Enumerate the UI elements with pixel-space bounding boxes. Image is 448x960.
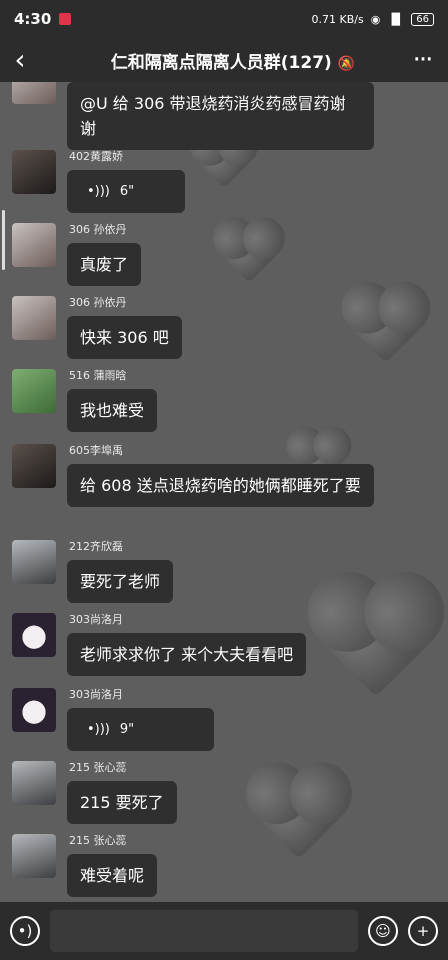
message-input[interactable] bbox=[50, 910, 358, 952]
message-bubble[interactable]: 215 要死了 bbox=[67, 781, 177, 824]
sender-name: 303尚洛月 bbox=[69, 613, 123, 626]
message-text: 215 要死了 bbox=[80, 793, 164, 812]
add-icon[interactable]: + bbox=[408, 916, 438, 946]
group-title-text: 仁和隔离点隔离人员群(127) bbox=[110, 52, 332, 73]
sender-name: 605李埠禹 bbox=[69, 444, 123, 457]
avatar[interactable] bbox=[12, 444, 56, 488]
voice-duration: 6" bbox=[119, 184, 135, 199]
avatar[interactable] bbox=[12, 369, 56, 413]
more-menu-icon[interactable]: ··· bbox=[396, 45, 448, 75]
notification-icon bbox=[59, 13, 72, 25]
avatar[interactable] bbox=[12, 82, 56, 104]
signal-icon: ▐▌ bbox=[387, 12, 405, 26]
message-bubble[interactable]: 难受着呢 bbox=[67, 854, 158, 897]
sender-name: 215 张心蕊 bbox=[69, 834, 127, 847]
sender-name: 306 孙依丹 bbox=[69, 223, 127, 236]
chat-area[interactable]: @U 给 306 带退烧药消炎药感冒药谢谢 402黄露娇 •))) 6" 306… bbox=[0, 82, 448, 902]
status-icons: 0.71 KB/s ◉ ▐▌ 66 bbox=[311, 12, 434, 26]
wifi-icon: ◉ bbox=[370, 12, 381, 26]
message-bubble[interactable]: 真废了 bbox=[67, 243, 142, 286]
nav-bar: ‹ 仁和隔离点隔离人员群(127) 🔕 ··· bbox=[0, 38, 448, 82]
message-text: 要死了老师 bbox=[80, 572, 161, 591]
network-speed: 0.71 KB/s bbox=[311, 12, 364, 26]
sender-name: 402黄露娇 bbox=[69, 150, 123, 163]
message-text: 真废了 bbox=[80, 255, 129, 274]
message-bubble[interactable]: 快来 306 吧 bbox=[67, 316, 182, 359]
message-bubble[interactable]: 要死了老师 bbox=[67, 560, 174, 603]
avatar[interactable] bbox=[12, 688, 56, 732]
message-text: 老师求求你了 来个大夫看看吧 bbox=[80, 645, 294, 664]
message-bubble[interactable]: 我也难受 bbox=[67, 389, 158, 432]
message-text: @U 给 306 带退烧药消炎药感冒药谢谢 bbox=[80, 94, 346, 138]
battery-icon: 66 bbox=[411, 12, 434, 26]
voice-input-icon[interactable]: •) bbox=[10, 916, 40, 946]
back-icon[interactable]: ‹ bbox=[0, 38, 40, 82]
sender-name: 215 张心蕊 bbox=[69, 761, 127, 774]
voice-message-bubble[interactable]: •))) 9" bbox=[67, 708, 214, 751]
message-text: 快来 306 吧 bbox=[80, 328, 169, 347]
message-bubble[interactable]: @U 给 306 带退烧药消炎药感冒药谢谢 bbox=[67, 82, 374, 150]
avatar[interactable] bbox=[12, 761, 56, 805]
emoji-icon[interactable]: ☺ bbox=[368, 916, 398, 946]
sender-name: 306 孙依丹 bbox=[69, 296, 127, 309]
avatar[interactable] bbox=[12, 223, 56, 267]
message-text: 给 608 送点退烧药啥的她俩都睡死了要 bbox=[80, 476, 361, 495]
status-time: 4:30 bbox=[14, 10, 52, 28]
mute-icon: 🔕 bbox=[337, 55, 356, 72]
status-bar: 4:30 0.71 KB/s ◉ ▐▌ 66 bbox=[0, 0, 448, 38]
voice-wave-icon: •))) bbox=[87, 184, 110, 199]
avatar[interactable] bbox=[12, 540, 56, 584]
voice-wave-icon: •))) bbox=[87, 722, 110, 737]
avatar[interactable] bbox=[12, 150, 56, 194]
voice-duration: 9" bbox=[119, 722, 135, 737]
message-text: 难受着呢 bbox=[80, 866, 145, 885]
sender-name: 303尚洛月 bbox=[69, 688, 123, 701]
input-bar: •) ☺ + bbox=[0, 902, 448, 960]
voice-message-bubble[interactable]: •))) 6" bbox=[67, 170, 185, 213]
group-title: 仁和隔离点隔离人员群(127) 🔕 bbox=[40, 48, 396, 73]
avatar[interactable] bbox=[12, 296, 56, 340]
message-text: 我也难受 bbox=[80, 401, 145, 420]
avatar[interactable] bbox=[12, 613, 56, 657]
sender-name: 212齐欣磊 bbox=[69, 540, 123, 553]
message-bubble[interactable]: 老师求求你了 来个大夫看看吧 bbox=[67, 633, 307, 676]
message-bubble[interactable]: 给 608 送点退烧药啥的她俩都睡死了要 bbox=[67, 464, 374, 507]
sender-name: 516 蒲雨晗 bbox=[69, 369, 127, 382]
scroll-indicator bbox=[2, 210, 5, 270]
avatar[interactable] bbox=[12, 834, 56, 878]
